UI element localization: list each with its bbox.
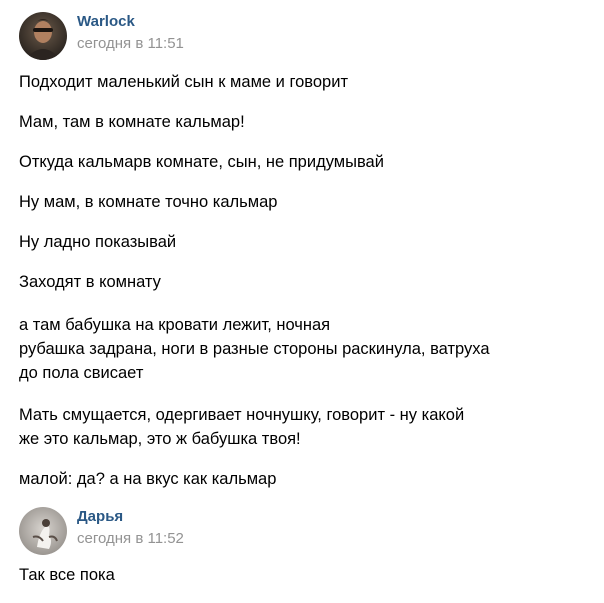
message-line: Подходит маленький сын к маме и говорит [19,73,349,91]
message-line: же это кальмар, это ж бабушка твоя! [19,430,301,448]
message-line: Так все пока [19,566,115,584]
message-line: Мать смущается, одергивает ночнушку, гов… [19,406,465,424]
figure-photo-icon [19,507,67,555]
author-name-link[interactable]: Warlock [77,12,135,32]
message-line: рубашка задрана, ноги в разные стороны р… [19,340,490,358]
post-timestamp[interactable]: сегодня в 11:51 [77,34,184,54]
post-header-warlock: Warlock сегодня в 11:51 [19,12,579,60]
message-line: а там бабушка на кровати лежит, ночная [19,316,331,334]
post-header-darya: Дарья сегодня в 11:52 [19,507,579,555]
message-line: Ну ладно показывай [19,233,177,251]
message-line: Заходят в комнату [19,273,161,291]
message-line: до пола свисает [19,364,144,382]
author-name-link[interactable]: Дарья [77,507,123,527]
message-line: Ну мам, в комнате точно кальмар [19,193,278,211]
user-photo-icon [19,12,67,60]
message-line: Мам, там в комнате кальмар! [19,113,245,131]
avatar-warlock[interactable] [19,12,67,60]
avatar-darya[interactable] [19,507,67,555]
message-line: малой: да? а на вкус как кальмар [19,470,277,488]
comment-feed: Warlock сегодня в 11:51 Подходит маленьк… [0,0,604,603]
post-timestamp[interactable]: сегодня в 11:52 [77,529,184,549]
message-line: Откуда кальмарв комнате, сын, не придумы… [19,153,384,171]
